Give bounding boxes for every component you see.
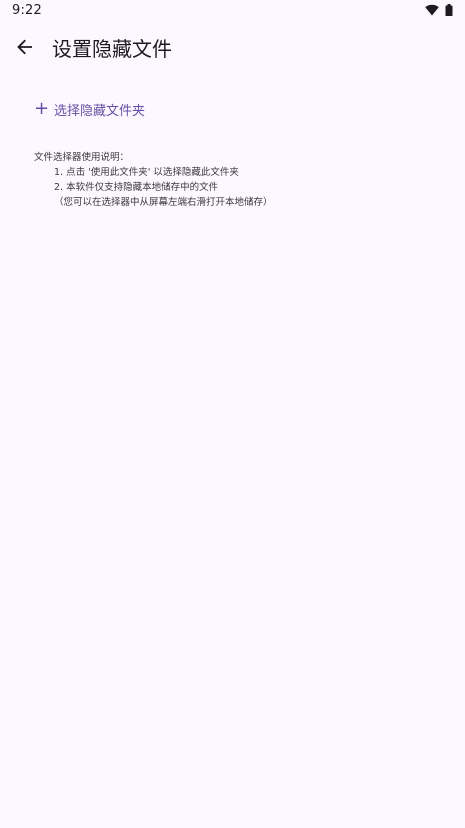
battery-icon <box>445 4 453 16</box>
status-icons <box>425 4 453 16</box>
instructions-block: 文件选择器使用说明： 1. 点击 '使用此文件夹' 以选择隐藏此文件夹 2. 本… <box>34 150 273 210</box>
instructions-heading: 文件选择器使用说明： <box>34 152 130 163</box>
app-bar: 设置隐藏文件 <box>0 26 465 72</box>
status-time: 9:22 <box>12 3 42 18</box>
instruction-item: 1. 点击 '使用此文件夹' 以选择隐藏此文件夹 <box>54 167 239 178</box>
wifi-icon <box>425 4 439 16</box>
arrow-back-icon <box>16 38 34 60</box>
instruction-note: （您可以在选择器中从屏幕左端右滑打开本地储存） <box>54 197 273 208</box>
select-hidden-folder-button[interactable]: + 选择隐藏文件夹 <box>34 96 145 122</box>
select-hidden-folder-label: 选择隐藏文件夹 <box>54 103 146 119</box>
back-button[interactable] <box>10 34 40 64</box>
plus-icon: + <box>34 98 50 119</box>
instruction-item: 2. 本软件仅支持隐藏本地储存中的文件 <box>54 182 219 193</box>
page-title: 设置隐藏文件 <box>52 37 172 61</box>
status-bar: 9:22 <box>0 0 465 22</box>
